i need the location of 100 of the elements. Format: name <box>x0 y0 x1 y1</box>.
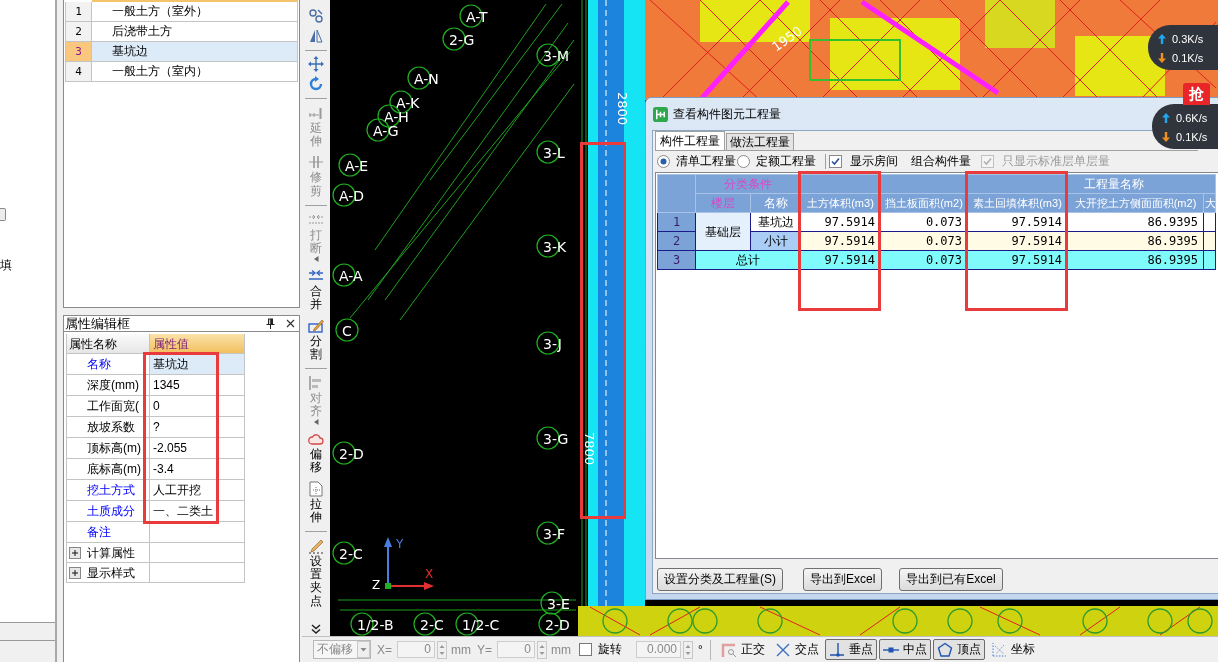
property-row[interactable]: 计算属性 <box>67 543 245 563</box>
circles-icon[interactable] <box>308 8 324 24</box>
caret-icon <box>357 641 370 658</box>
coordinate-axes-icon <box>384 537 434 590</box>
property-value[interactable]: 一、二类土 <box>150 501 245 521</box>
download-speed: 0.1K/s <box>1176 130 1208 143</box>
group-header: 分类条件 <box>695 174 801 194</box>
grab-button[interactable]: 抢 <box>1183 83 1210 105</box>
component-row[interactable]: 4 一般土方（室内） <box>65 62 298 82</box>
component-row[interactable]: 3 基坑边 <box>65 42 298 62</box>
checkbox-option[interactable]: 显示房间 <box>829 152 898 170</box>
cut-label: 填 <box>0 258 12 272</box>
property-value[interactable]: -2.055 <box>150 438 245 458</box>
pin-icon[interactable] <box>266 318 275 329</box>
cross-bars-icon <box>308 154 324 171</box>
property-name: 挖土方式 <box>67 480 150 500</box>
row-number: 1 <box>66 2 92 21</box>
property-value[interactable]: -3.4 <box>150 459 245 479</box>
mirror-icon[interactable] <box>308 28 324 44</box>
property-row[interactable]: 备注 <box>67 522 245 543</box>
perpendicular-icon <box>828 641 845 658</box>
property-row[interactable]: 底标高(m) -3.4 <box>67 459 245 480</box>
dialog-button[interactable]: 设置分类及工程量(S) <box>657 568 783 591</box>
dialog-button[interactable]: 导出到已有Excel <box>899 568 1003 591</box>
group-header: 工程量名称 <box>800 174 1216 194</box>
property-name: 底标高(m) <box>67 459 150 479</box>
pentagon-icon <box>936 641 953 658</box>
property-name: 顶标高(m) <box>67 438 150 458</box>
row-number: 3 <box>66 42 92 61</box>
checkbox-icon[interactable] <box>579 643 593 656</box>
rotate-icon[interactable] <box>308 76 324 92</box>
partial-button[interactable] <box>0 208 6 221</box>
corner-icon <box>720 641 737 658</box>
cloud-icon <box>308 431 324 448</box>
snap-button[interactable]: 交点 <box>770 639 823 660</box>
dialog-button[interactable]: 导出到Excel <box>803 568 883 591</box>
property-row[interactable]: 显示样式 <box>67 563 245 583</box>
property-row[interactable]: 顶标高(m) -2.055 <box>67 438 245 459</box>
property-row[interactable]: 工作面宽( 0 <box>67 396 245 417</box>
download-speed: 0.1K/s <box>1172 51 1204 64</box>
component-name: 一般土方（室内） <box>111 63 209 80</box>
property-name: 土质成分 <box>67 501 150 521</box>
property-value[interactable]: 1345 <box>150 375 245 395</box>
unit-label: mm <box>551 642 572 657</box>
tab[interactable]: 做法工程量 <box>726 133 794 150</box>
tool-button[interactable]: 偏移 <box>308 429 324 477</box>
radio-icon[interactable] <box>657 154 670 168</box>
snap-button[interactable]: 坐标 <box>986 639 1039 660</box>
row-number: 4 <box>66 62 92 81</box>
footer-bar <box>0 622 55 640</box>
property-value[interactable]: ? <box>150 417 245 437</box>
upload-speed: 0.3K/s <box>1172 32 1204 45</box>
axis-letter: Z <box>372 578 381 592</box>
download-arrow-icon <box>1158 52 1166 63</box>
axis-letter: Y <box>396 537 404 551</box>
spinner-icon[interactable] <box>437 640 447 659</box>
snap-button[interactable]: 垂点 <box>824 639 877 660</box>
snap-button[interactable]: 中点 <box>878 639 931 660</box>
expand-icon[interactable] <box>69 546 81 559</box>
tool-button[interactable]: 设置夹点 <box>308 536 324 610</box>
radio-option[interactable]: 清单工程量 <box>657 152 736 170</box>
text-button[interactable]: 组合构件量 <box>911 152 971 170</box>
upload-arrow-icon <box>1158 33 1166 44</box>
property-row[interactable]: 深度(mm) 1345 <box>67 375 245 396</box>
header-cell <box>657 174 696 213</box>
checkbox-label[interactable]: 旋转 <box>598 641 623 658</box>
app-icon <box>653 106 668 122</box>
tool-button[interactable]: 合并 <box>308 266 324 314</box>
component-name: 后浇带土方 <box>111 23 173 40</box>
row-number: 2 <box>66 22 92 41</box>
dialog-title: 查看构件图元工程量 <box>673 105 781 123</box>
property-row[interactable]: 挖土方式 人工开挖 <box>67 480 245 501</box>
spinner-icon[interactable] <box>683 640 694 659</box>
property-name: 放坡系数 <box>67 417 150 437</box>
spinner-icon[interactable] <box>537 640 548 659</box>
radio-option[interactable]: 定额工程量 <box>737 152 816 170</box>
dotted-axes-icon <box>990 641 1007 658</box>
tool-button[interactable]: 分割 <box>308 315 324 363</box>
double-chevron-icon[interactable] <box>311 624 321 634</box>
property-value[interactable]: 人工开挖 <box>150 480 245 500</box>
tool-button[interactable]: 拉伸 <box>308 478 324 526</box>
field-label: X= <box>377 642 392 657</box>
property-row[interactable]: 放坡系数 ? <box>67 417 245 438</box>
property-value[interactable]: 0 <box>150 396 245 416</box>
close-icon[interactable] <box>286 319 295 328</box>
expand-icon[interactable] <box>69 566 81 579</box>
snap-button[interactable]: 顶点 <box>932 639 985 660</box>
move-icon[interactable] <box>308 56 324 72</box>
bars-icon <box>308 105 324 121</box>
checkbox-icon[interactable] <box>829 154 842 168</box>
midpoint-icon <box>882 646 899 653</box>
radio-icon[interactable] <box>737 154 750 168</box>
component-row[interactable]: 1 一般土方（室外） <box>65 2 298 22</box>
property-row[interactable]: 土质成分 一、二类土 <box>67 501 245 522</box>
column-header: 属性值 <box>150 334 245 353</box>
rectangle-pencil-icon <box>308 317 324 334</box>
snap-button[interactable]: 正交 <box>716 639 769 660</box>
property-row[interactable]: 名称 基坑边 <box>67 354 245 375</box>
tab[interactable]: 构件工程量 <box>655 131 725 150</box>
property-name: 备注 <box>67 522 150 542</box>
